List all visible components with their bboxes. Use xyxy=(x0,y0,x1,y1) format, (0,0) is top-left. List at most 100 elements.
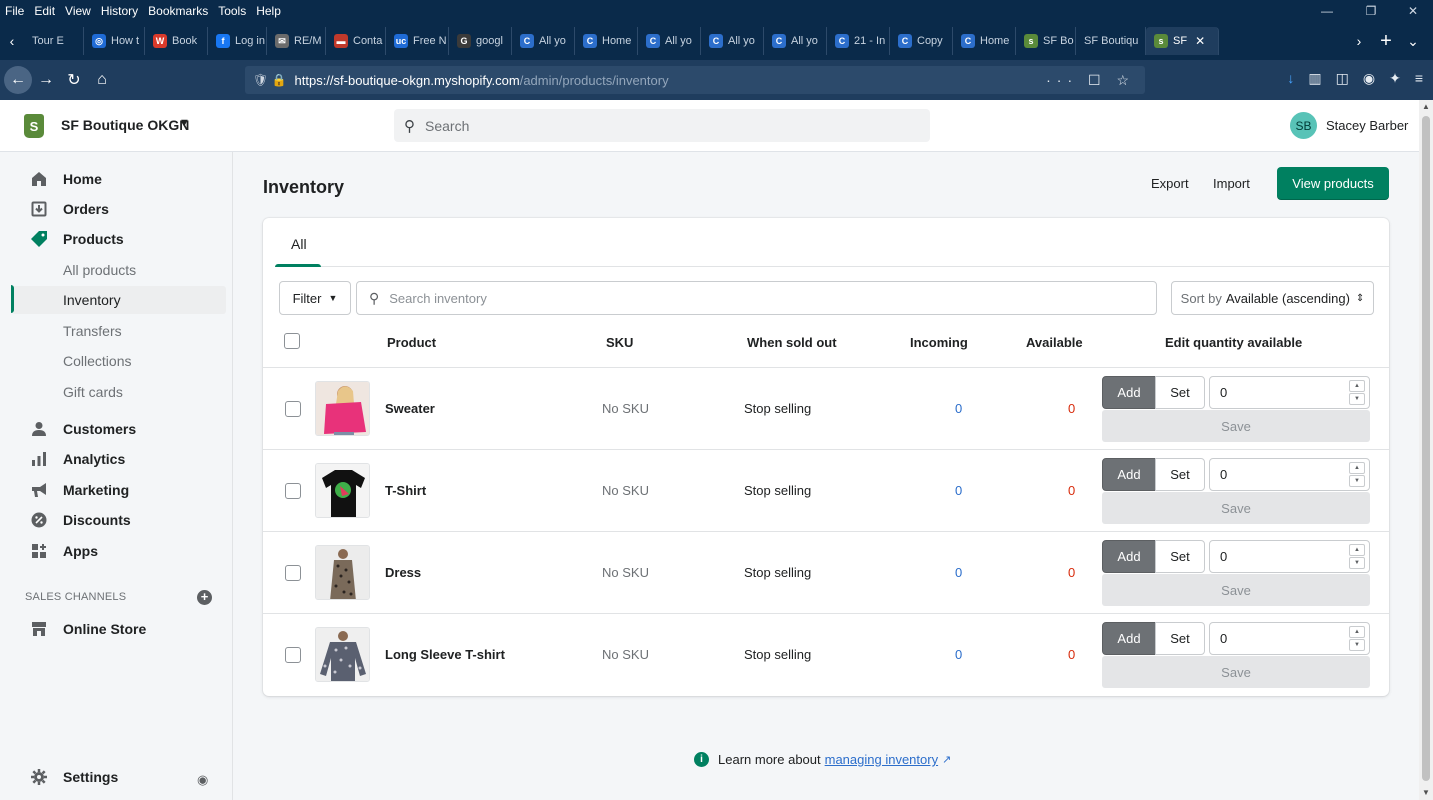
sidebar-subitem-inventory[interactable]: Inventory xyxy=(12,286,226,314)
sidebar-item-customers[interactable]: Customers xyxy=(0,415,233,443)
caret-down-icon[interactable]: ▼ xyxy=(179,117,190,129)
incoming-value[interactable]: 0 xyxy=(955,647,962,662)
set-button[interactable]: Set xyxy=(1155,376,1205,409)
global-search-input[interactable]: ⚲ Search xyxy=(394,109,930,142)
scrollbar-thumb[interactable] xyxy=(1422,116,1430,781)
browser-tab[interactable]: s SF Bo xyxy=(1016,27,1076,55)
browser-tab[interactable]: SF Boutiqu xyxy=(1076,27,1146,55)
forward-icon[interactable]: → xyxy=(32,66,60,94)
browser-tab[interactable]: s SF ✕ xyxy=(1146,27,1219,55)
home-browser-icon[interactable]: ⌂ xyxy=(88,66,116,94)
stepper-up-icon[interactable]: ▲ xyxy=(1349,380,1365,392)
save-button[interactable]: Save xyxy=(1102,410,1370,442)
quantity-input[interactable]: 0 ▲ ▼ xyxy=(1209,376,1370,409)
new-tab-icon[interactable]: + xyxy=(1371,30,1401,53)
minimize-icon[interactable]: — xyxy=(1307,0,1347,22)
quantity-input[interactable]: 0 ▲ ▼ xyxy=(1209,540,1370,573)
browser-tab[interactable]: C Home xyxy=(575,27,638,55)
reload-icon[interactable]: ↻ xyxy=(60,66,88,94)
tab-list-icon[interactable]: ⌄ xyxy=(1401,33,1425,50)
browser-tab[interactable]: Tour E xyxy=(24,27,84,55)
stepper-down-icon[interactable]: ▼ xyxy=(1349,557,1365,569)
quantity-stepper[interactable]: ▲ ▼ xyxy=(1349,626,1365,651)
page-actions-icon[interactable]: ··· ☐ ☆ xyxy=(1046,72,1135,89)
incoming-value[interactable]: 0 xyxy=(955,565,962,580)
stepper-up-icon[interactable]: ▲ xyxy=(1349,462,1365,474)
menu-view[interactable]: View xyxy=(60,4,96,18)
browser-tab[interactable]: C Copy xyxy=(890,27,953,55)
quantity-stepper[interactable]: ▲ ▼ xyxy=(1349,544,1365,569)
product-name[interactable]: Sweater xyxy=(385,401,435,416)
avatar[interactable]: SB xyxy=(1290,112,1317,139)
menu-history[interactable]: History xyxy=(96,4,143,18)
browser-tab[interactable]: C All yo xyxy=(701,27,764,55)
add-button[interactable]: Add xyxy=(1102,458,1156,491)
row-checkbox[interactable] xyxy=(285,647,301,663)
library-icon[interactable]: ▥ xyxy=(1308,70,1321,87)
add-button[interactable]: Add xyxy=(1102,622,1156,655)
incoming-value[interactable]: 0 xyxy=(955,401,962,416)
url-bar[interactable]: 🛡 🔒 https://sf-boutique-okgn.myshopify.c… xyxy=(245,66,1145,94)
product-thumbnail-dress[interactable] xyxy=(315,545,370,600)
hamburger-menu-icon[interactable]: ≡ xyxy=(1415,70,1423,87)
stepper-up-icon[interactable]: ▲ xyxy=(1349,626,1365,638)
menu-file[interactable]: File xyxy=(0,4,29,18)
quantity-input[interactable]: 0 ▲ ▼ xyxy=(1209,458,1370,491)
product-thumbnail-sweater[interactable] xyxy=(315,381,370,436)
inventory-search-input[interactable]: ⚲ Search inventory xyxy=(356,281,1157,315)
sidebar-item-apps[interactable]: Apps xyxy=(0,537,233,565)
product-name[interactable]: Long Sleeve T-shirt xyxy=(385,647,505,662)
product-thumbnail-long-sleeve-t-shirt[interactable] xyxy=(315,627,370,682)
browser-tab[interactable]: ▬ Conta xyxy=(326,27,386,55)
menu-bookmarks[interactable]: Bookmarks xyxy=(143,4,213,18)
scroll-up-icon[interactable]: ▲ xyxy=(1419,102,1433,111)
browser-tab[interactable]: f Log in xyxy=(208,27,267,55)
browser-tab[interactable]: C All yo xyxy=(764,27,827,55)
account-icon[interactable]: ◉ xyxy=(1363,70,1375,87)
tab-scroll-right-icon[interactable]: › xyxy=(1347,33,1371,49)
sidebar-item-home[interactable]: Home xyxy=(0,165,233,193)
sort-select[interactable]: Sort by Available (ascending) ⇕ xyxy=(1171,281,1374,315)
menu-tools[interactable]: Tools xyxy=(213,4,251,18)
sidebar-item-online-store[interactable]: Online Store xyxy=(0,615,233,643)
scroll-down-icon[interactable]: ▼ xyxy=(1419,788,1433,797)
sidebar-subitem-collections[interactable]: Collections xyxy=(12,347,226,375)
menu-help[interactable]: Help xyxy=(251,4,286,18)
set-button[interactable]: Set xyxy=(1155,540,1205,573)
browser-tab[interactable]: ◎ How t xyxy=(84,27,145,55)
view-products-button[interactable]: View products xyxy=(1277,167,1389,200)
stepper-down-icon[interactable]: ▼ xyxy=(1349,475,1365,487)
tab-all[interactable]: All xyxy=(291,236,307,252)
browser-tab[interactable]: uc Free N xyxy=(386,27,449,55)
set-button[interactable]: Set xyxy=(1155,458,1205,491)
quantity-stepper[interactable]: ▲ ▼ xyxy=(1349,380,1365,405)
sidebar-item-orders[interactable]: Orders xyxy=(0,195,233,223)
add-channel-icon[interactable]: + xyxy=(197,590,212,605)
filter-button[interactable]: Filter ▼ xyxy=(279,281,351,315)
tab-close-icon[interactable]: ✕ xyxy=(1195,34,1205,48)
sidebar-toggle-icon[interactable]: ◫ xyxy=(1336,70,1349,87)
browser-tab[interactable]: Ggoogl xyxy=(449,27,512,55)
managing-inventory-link[interactable]: managing inventory xyxy=(825,752,938,767)
browser-tab[interactable]: W Book xyxy=(145,27,208,55)
stepper-down-icon[interactable]: ▼ xyxy=(1349,639,1365,651)
product-thumbnail-t-shirt[interactable] xyxy=(315,463,370,518)
sidebar-item-discounts[interactable]: Discounts xyxy=(0,506,233,534)
extension-icon[interactable]: ✦ xyxy=(1389,70,1401,87)
import-button[interactable]: Import xyxy=(1213,176,1250,191)
sidebar-subitem-gift-cards[interactable]: Gift cards xyxy=(12,378,226,406)
sidebar-subitem-transfers[interactable]: Transfers xyxy=(12,317,226,345)
row-checkbox[interactable] xyxy=(285,565,301,581)
page-scrollbar[interactable]: ▲ ▼ xyxy=(1419,100,1433,800)
browser-tab[interactable]: C Home xyxy=(953,27,1016,55)
browser-tab[interactable]: ✉ RE/M xyxy=(267,27,326,55)
stepper-up-icon[interactable]: ▲ xyxy=(1349,544,1365,556)
save-button[interactable]: Save xyxy=(1102,492,1370,524)
restore-icon[interactable]: ❐ xyxy=(1351,0,1391,22)
user-name[interactable]: Stacey Barber xyxy=(1326,118,1408,133)
browser-tab[interactable]: C 21 - In xyxy=(827,27,890,55)
select-all-checkbox[interactable] xyxy=(284,333,300,349)
back-icon[interactable]: ← xyxy=(4,66,32,94)
tab-scroll-left-icon[interactable]: ‹ xyxy=(0,33,24,49)
sidebar-item-products[interactable]: Products xyxy=(0,225,233,253)
